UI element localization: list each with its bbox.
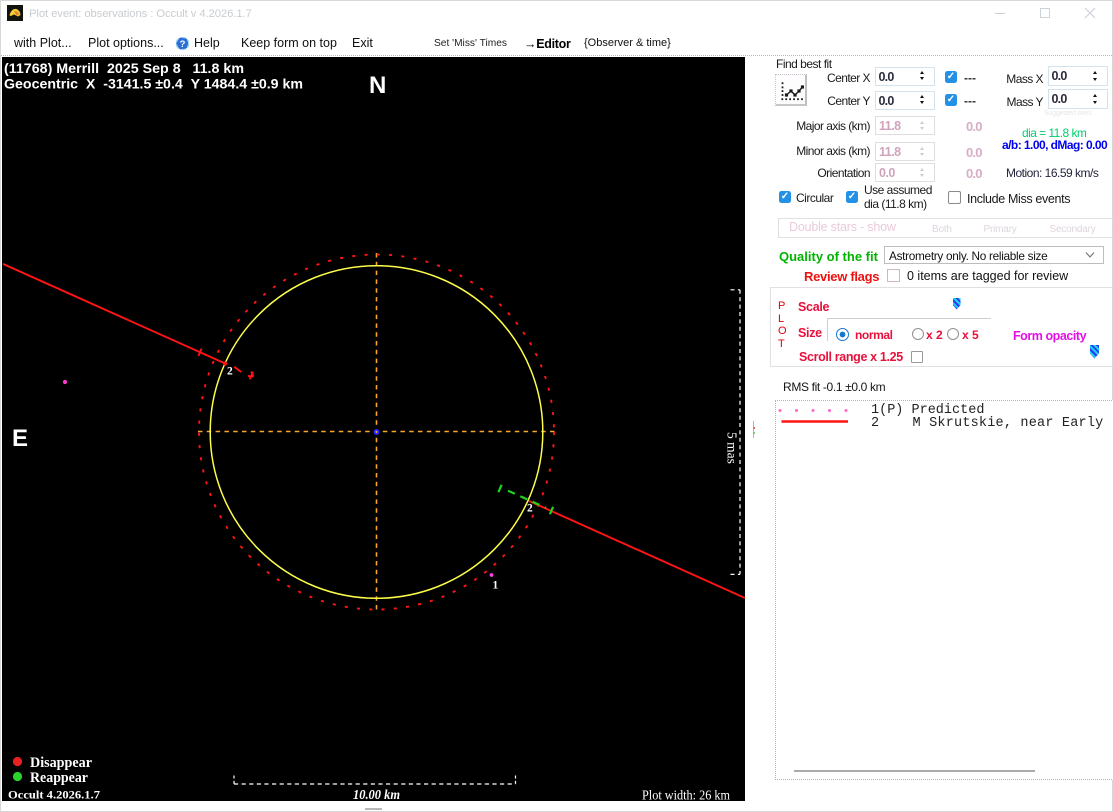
svg-text:Geocentric X -3141.5 ±0.4 Y: Geocentric X -3141.5 ±0.4 Y 1484.4 ±0.9 … <box>4 77 303 92</box>
svg-text:Plot width: 26 km: Plot width: 26 km <box>642 789 730 802</box>
svg-text:E: E <box>12 425 28 452</box>
svg-text:1: 1 <box>493 580 499 592</box>
svg-text:Occult 4.2026.1.7: Occult 4.2026.1.7 <box>8 788 100 802</box>
svg-text:Disappear: Disappear <box>30 755 93 771</box>
svg-text:10.00 km: 10.00 km <box>353 788 400 801</box>
svg-text:N: N <box>369 72 386 99</box>
svg-text:2: 2 <box>527 503 533 515</box>
svg-text:5 mas: 5 mas <box>725 432 740 464</box>
svg-text:2: 2 <box>227 366 233 378</box>
svg-text:(11768) Merrill 2025 Sep 8: (11768) Merrill 2025 Sep 8 11.8 km <box>4 61 244 76</box>
svg-text:?: ? <box>180 39 186 50</box>
svg-text:Reappear: Reappear <box>30 770 89 786</box>
